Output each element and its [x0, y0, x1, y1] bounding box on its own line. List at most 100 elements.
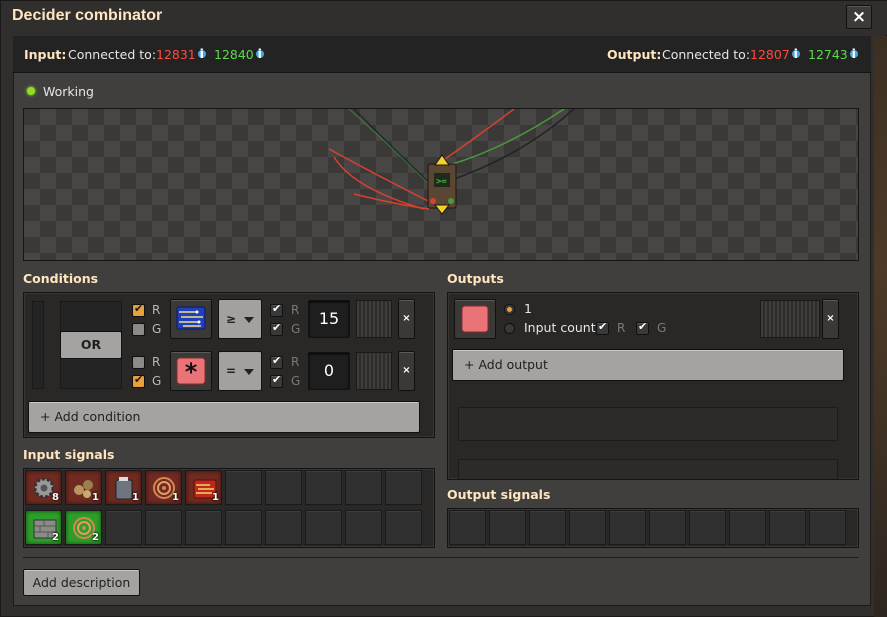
signal-count: 2 [92, 532, 99, 543]
check-icon: ✔ [272, 321, 282, 334]
window-title: Decider combinator [12, 7, 163, 24]
conditions-label: Conditions [23, 271, 99, 286]
empty-signal-slot [265, 510, 302, 545]
empty-signal-slot [609, 510, 646, 545]
condition-2-red-input-label: R [291, 355, 300, 369]
signal-slot[interactable]: 2 [65, 510, 102, 545]
condition-bracket [32, 301, 44, 389]
empty-signal-slot [569, 510, 606, 545]
condition-2-green-input-checkbox[interactable]: ✔ [270, 373, 283, 388]
condition-1-operator-select[interactable]: ≥ [218, 299, 262, 339]
signal-slot[interactable]: 1 [65, 470, 102, 505]
check-icon: ✔ [598, 320, 608, 333]
output-signal-slot[interactable] [760, 300, 820, 338]
status-text: Working [43, 84, 94, 99]
input-red-id: 12831 [156, 47, 196, 62]
background-world-edge [874, 36, 887, 617]
condition-2-remove-button[interactable]: × [398, 351, 415, 391]
divider [23, 557, 859, 558]
check-icon: ✔ [272, 373, 282, 386]
empty-output-row [458, 459, 838, 479]
signal-count: 1 [172, 492, 179, 503]
signal-slot[interactable]: 2 [25, 510, 62, 545]
condition-2-red-checkbox[interactable] [132, 356, 145, 369]
condition-1-constant-input[interactable]: 15 [308, 300, 350, 338]
output-signals-label: Output signals [447, 487, 551, 502]
empty-signal-slot [809, 510, 846, 545]
condition-2-operator-select[interactable]: = [218, 351, 262, 391]
add-condition-button[interactable]: + Add condition [28, 401, 420, 433]
empty-signal-slot [225, 510, 262, 545]
red-signal-icon [461, 305, 489, 333]
empty-signal-slot [345, 470, 382, 505]
empty-output-row [458, 407, 838, 441]
input-signals-panel: 8 1 1 1 1 2 2 [23, 468, 435, 548]
output-connected-label: Connected to: [662, 47, 751, 62]
empty-signal-slot [185, 510, 222, 545]
signal-slot[interactable]: 1 [105, 470, 142, 505]
output-green-id: 12743 [808, 47, 848, 62]
signal-slot[interactable]: 8 [25, 470, 62, 505]
empty-signal-slot [489, 510, 526, 545]
title-bar[interactable]: Decider combinator × [1, 1, 887, 35]
output-red-checkbox[interactable]: ✔ [596, 320, 609, 335]
output-green-label: G [657, 321, 667, 335]
condition-1-green-input-checkbox[interactable]: ✔ [270, 321, 283, 336]
condition-1-signal-slot[interactable] [356, 300, 392, 338]
input-green-id: 12840 [214, 47, 254, 62]
condition-1-red-input-label: R [291, 303, 300, 317]
info-icon: i [791, 46, 800, 61]
empty-signal-slot [145, 510, 182, 545]
signal-count: 1 [132, 492, 139, 503]
output-red-id: 12807 [750, 47, 790, 62]
empty-signal-slot [769, 510, 806, 545]
condition-2-red-input-checkbox[interactable]: ✔ [270, 354, 283, 369]
condition-1-green-checkbox[interactable] [132, 323, 145, 336]
condition-2-signal-slot[interactable] [356, 352, 392, 390]
entity-preview-image: >= [328, 109, 575, 215]
output-signals-panel [447, 508, 859, 548]
check-icon: ✔ [272, 354, 282, 367]
check-icon: ✔ [134, 302, 144, 315]
condition-1-green-label: G [152, 322, 162, 336]
empty-signal-slot [305, 510, 342, 545]
condition-1-red-checkbox[interactable]: ✔ [132, 302, 145, 317]
condition-1-red-input-checkbox[interactable]: ✔ [270, 302, 283, 317]
output-constant-radio[interactable] [504, 304, 515, 315]
output-input-count-radio[interactable] [504, 323, 515, 334]
signal-count: 8 [52, 492, 59, 503]
output-green-checkbox[interactable]: ✔ [636, 320, 649, 335]
main-panel: Input: Connected to: 12831 i 12840 i Outpu… [13, 36, 871, 606]
condition-1-remove-button[interactable]: × [398, 299, 415, 339]
decider-combinator-window: Decider combinator × Input: Connected to… [0, 0, 887, 617]
input-red-network[interactable]: 12831 i [156, 47, 206, 62]
or-button[interactable]: OR [60, 331, 122, 359]
connection-bar: Input: Connected to: 12831 i 12840 i Outpu… [13, 36, 871, 73]
output-green-network[interactable]: 12743 i [808, 47, 858, 62]
check-icon: ✔ [272, 302, 282, 315]
condition-1-red-label: R [152, 303, 161, 317]
output-remove-button[interactable]: × [822, 299, 839, 339]
signal-slot[interactable]: 1 [185, 470, 222, 505]
close-button[interactable]: × [846, 5, 872, 29]
condition-2-constant-input[interactable]: 0 [308, 352, 350, 390]
advanced-circuit-icon [176, 306, 206, 330]
status-dot-icon [27, 87, 35, 95]
output-signal-button[interactable] [454, 299, 496, 339]
output-red-network[interactable]: 12807 i [750, 47, 800, 62]
condition-2-signal-button[interactable]: * [170, 351, 212, 391]
check-icon: ✔ [134, 373, 144, 386]
condition-2-green-checkbox[interactable]: ✔ [132, 373, 145, 388]
empty-signal-slot [225, 470, 262, 505]
input-green-network[interactable]: 12840 i [214, 47, 264, 62]
add-output-button[interactable]: + Add output [452, 349, 844, 381]
input-signals-label: Input signals [23, 447, 115, 462]
svg-text:*: * [185, 358, 198, 386]
condition-1-signal-button[interactable] [170, 299, 212, 339]
input-label: Input: [24, 47, 67, 62]
signal-slot[interactable]: 1 [145, 470, 182, 505]
info-icon: i [849, 46, 858, 61]
add-description-button[interactable]: Add description [23, 569, 140, 596]
empty-signal-slot [449, 510, 486, 545]
entity-preview[interactable]: >= [23, 108, 859, 261]
